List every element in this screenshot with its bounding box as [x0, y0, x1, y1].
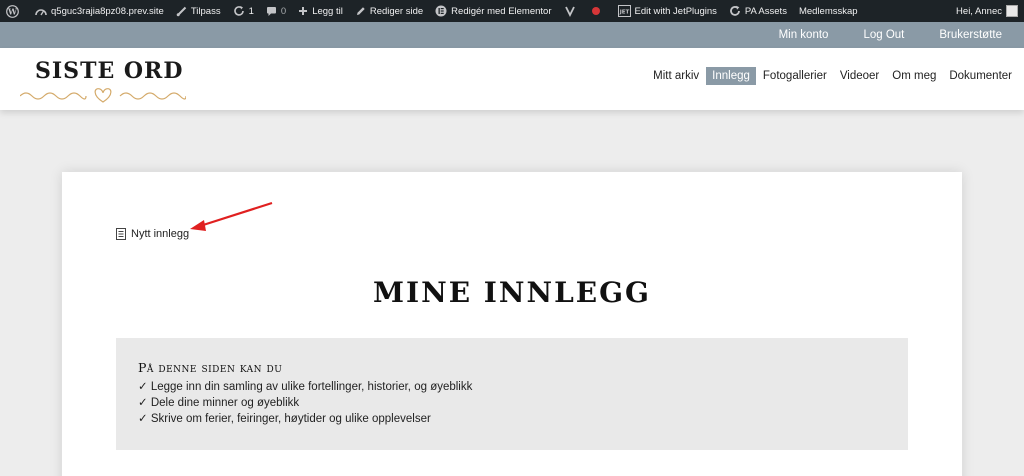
list-item: ✓ Skrive om ferier, feiringer, høytider … — [138, 413, 431, 425]
refresh-icon — [233, 5, 245, 17]
nav-item-documents[interactable]: Dokumenter — [943, 67, 1018, 85]
elementor-icon — [435, 5, 447, 17]
jetplugins-link[interactable]: JET Edit with JetPlugins — [612, 0, 723, 22]
brush-icon — [176, 6, 187, 17]
svg-text:W: W — [7, 6, 18, 16]
info-box: På denne siden kan du ✓ Legge inn din sa… — [116, 338, 908, 450]
elementor-link[interactable]: Redigér med Elementor — [429, 0, 557, 22]
svg-text:JET: JET — [618, 9, 629, 15]
nav-item-photo-galleries[interactable]: Fotogallerier — [757, 67, 833, 85]
nav-item-posts[interactable]: Innlegg — [706, 67, 756, 85]
new-post-link[interactable]: Nytt innlegg — [116, 228, 189, 240]
pa-assets-link[interactable]: PA Assets — [723, 0, 793, 22]
updates-link[interactable]: 1 — [227, 0, 260, 22]
pencil-icon — [355, 6, 366, 17]
site-name: q5guc3rajia8pz08.prev.site — [51, 5, 164, 17]
top-bar: Min konto Log Out Brukerstøtte — [0, 22, 1024, 48]
page-title: MINE INNLEGG — [373, 276, 651, 309]
edit-page-link[interactable]: Rediger side — [349, 0, 429, 22]
plugin-v-button[interactable] — [558, 0, 586, 22]
pa-assets-label: PA Assets — [744, 5, 787, 17]
record-dot-icon — [591, 7, 600, 15]
comments-count: 0 — [280, 5, 287, 17]
comment-icon — [266, 6, 277, 17]
logo-wave-heart-icon — [20, 88, 186, 103]
admin-bar: W q5guc3rajia8pz08.prev.site Tilpass 1 0… — [0, 0, 1024, 22]
edit-page-label: Rediger side — [369, 5, 424, 17]
greeting-text: Hei, Annec — [956, 5, 1002, 17]
info-title: På denne siden kan du — [138, 360, 283, 375]
nav-item-videos[interactable]: Videoer — [834, 67, 885, 85]
dashboard-icon — [35, 6, 47, 17]
annotation-arrow-icon — [190, 201, 273, 231]
new-content-link[interactable]: Legg til — [292, 0, 349, 22]
topbar-link-support[interactable]: Brukerstøtte — [939, 29, 1002, 41]
content-card: Nytt innlegg MINE INNLEGG På denne siden… — [62, 172, 962, 476]
main-nav: Mitt arkiv Innlegg Fotogallerier Videoer… — [646, 67, 1018, 85]
logo-text: SISTE ORD — [35, 58, 184, 84]
avatar — [1006, 5, 1018, 17]
customize-link[interactable]: Tilpass — [170, 0, 227, 22]
membership-label: Medlemsskap — [798, 5, 858, 17]
site-logo[interactable]: SISTE ORD — [20, 56, 190, 106]
wp-logo-button[interactable]: W — [0, 0, 29, 22]
document-icon — [116, 228, 126, 240]
site-name-link[interactable]: q5guc3rajia8pz08.prev.site — [29, 0, 170, 22]
list-item: ✓ Dele dine minner og øyeblikk — [138, 397, 300, 409]
customize-label: Tilpass — [190, 5, 221, 17]
site-header: SISTE ORD Mitt arkiv Innlegg Fotogalleri… — [0, 48, 1024, 110]
new-post-label: Nytt innlegg — [131, 228, 190, 240]
list-item: ✓ Legge inn din samling av ulike fortell… — [138, 381, 473, 393]
elementor-label: Redigér med Elementor — [451, 5, 552, 17]
wordpress-icon: W — [6, 4, 19, 18]
new-content-label: Legg til — [312, 5, 343, 17]
jetplugins-icon: JET — [617, 5, 631, 17]
jetplugins-label: Edit with JetPlugins — [634, 5, 717, 17]
topbar-link-logout[interactable]: Log Out — [863, 29, 904, 41]
comments-link[interactable]: 0 — [260, 0, 292, 22]
nav-item-about-me[interactable]: Om meg — [886, 67, 942, 85]
updates-count: 1 — [248, 5, 254, 17]
membership-link[interactable]: Medlemsskap — [793, 0, 864, 22]
recording-indicator[interactable] — [586, 0, 606, 22]
plus-icon — [298, 6, 308, 16]
v-shield-icon — [564, 5, 576, 17]
nav-item-archive[interactable]: Mitt arkiv — [647, 67, 705, 85]
sync-icon — [729, 5, 741, 17]
topbar-link-my-account[interactable]: Min konto — [779, 29, 829, 41]
account-menu[interactable]: Hei, Annec — [950, 0, 1024, 22]
